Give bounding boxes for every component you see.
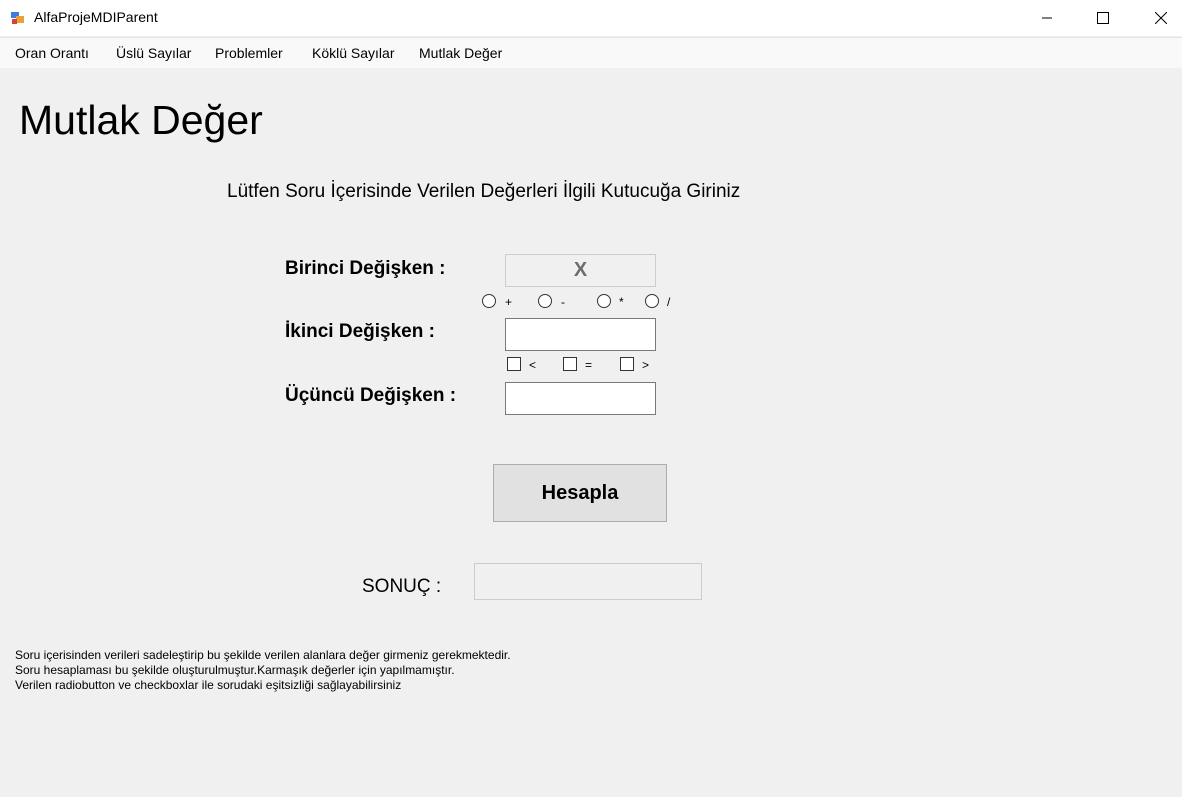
radio-divide[interactable] [645, 294, 659, 308]
checkbox-greater-than-label: > [642, 358, 650, 372]
radio-multiply[interactable] [597, 294, 611, 308]
radio-divide-label: / [667, 295, 671, 309]
menu-item-problemler[interactable]: Problemler [215, 45, 283, 61]
instruction-text: Lütfen Soru İçerisinde Verilen Değerleri… [227, 181, 741, 202]
close-button[interactable] [1132, 0, 1182, 36]
radio-plus[interactable] [482, 294, 496, 308]
checkbox-less-than-label: < [529, 358, 537, 372]
menu-item-oran-oranti[interactable]: Oran Orantı [15, 45, 89, 61]
radio-minus-label: - [561, 295, 565, 309]
first-variable-field: X [505, 254, 656, 287]
checkbox-greater-than[interactable] [620, 357, 634, 371]
second-variable-input[interactable] [505, 318, 656, 351]
third-variable-input[interactable] [505, 382, 656, 415]
checkbox-equal[interactable] [563, 357, 577, 371]
maximize-button[interactable] [1074, 0, 1132, 36]
notes: Soru içerisinden verileri sadeleştirip b… [15, 648, 511, 693]
first-variable-value: X [573, 259, 588, 281]
first-variable-label: Birinci Değişken : [285, 258, 446, 279]
minimize-icon [1042, 17, 1052, 19]
title-bar: AlfaProjeMDIParent [0, 0, 1182, 36]
checkbox-less-than[interactable] [507, 357, 521, 371]
note-line: Verilen radiobutton ve checkboxlar ile s… [15, 678, 402, 692]
window-title: AlfaProjeMDIParent [34, 9, 158, 25]
note-line: Soru içerisinden verileri sadeleştirip b… [15, 648, 511, 662]
app-icon [11, 12, 24, 24]
close-icon [1155, 12, 1167, 24]
menu-item-uslu-sayilar[interactable]: Üslü Sayılar [116, 45, 191, 61]
radio-multiply-label: * [619, 295, 624, 309]
menu-bar: Oran Orantı Üslü Sayılar Problemler Kökl… [0, 37, 1182, 68]
checkbox-equal-label: = [585, 358, 593, 372]
maximize-icon [1097, 12, 1109, 24]
minimize-button[interactable] [1018, 0, 1076, 36]
menu-item-koklu-sayilar[interactable]: Köklü Sayılar [312, 45, 394, 61]
third-variable-label: Üçüncü Değişken : [285, 385, 457, 406]
page-title: Mutlak Değer [19, 97, 263, 143]
radio-plus-label: + [505, 295, 513, 309]
menu-item-mutlak-deger[interactable]: Mutlak Değer [419, 45, 502, 61]
note-line: Soru hesaplaması bu şekilde oluşturulmuş… [15, 663, 455, 677]
second-variable-label: İkinci Değişken : [285, 321, 435, 342]
calculate-button[interactable]: Hesapla [493, 464, 667, 522]
result-label: SONUÇ : [362, 576, 442, 597]
result-field [474, 563, 702, 600]
radio-minus[interactable] [538, 294, 552, 308]
